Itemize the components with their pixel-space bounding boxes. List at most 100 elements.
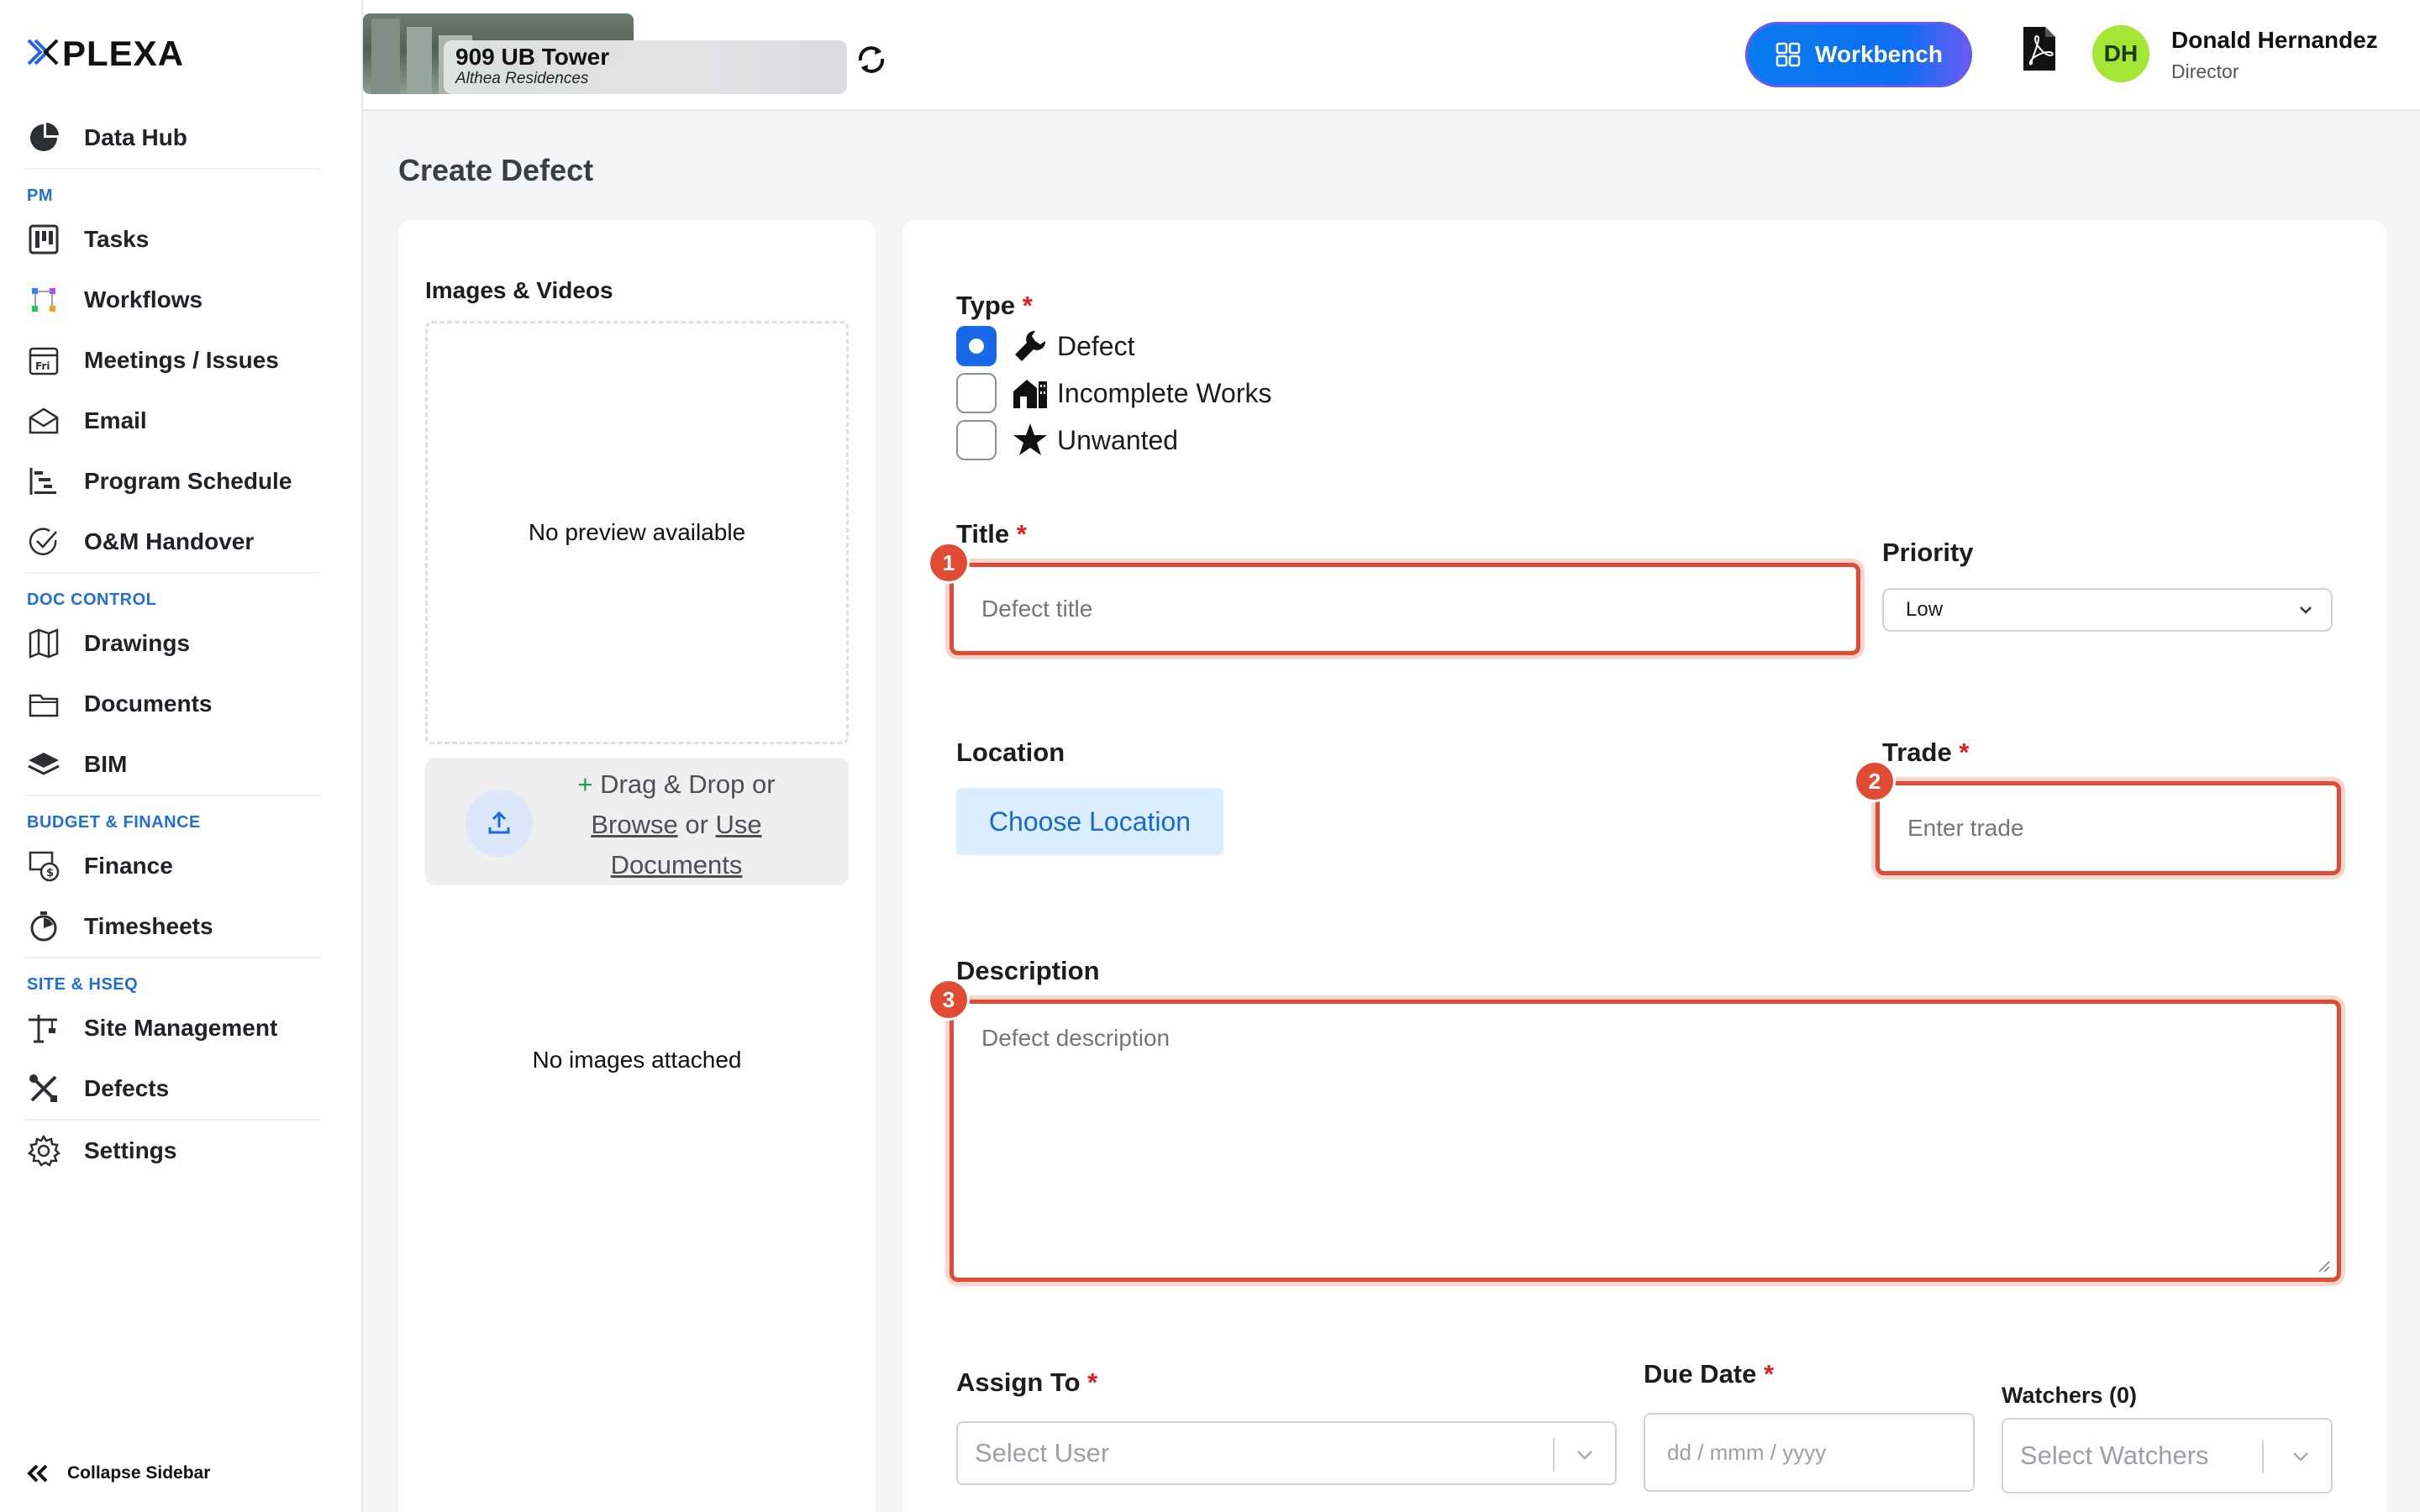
type-option-incomplete-works[interactable]: Incomplete Works xyxy=(956,373,1272,413)
folder-icon xyxy=(25,685,62,722)
select-separator xyxy=(2262,1440,2264,1473)
project-subtitle: Althea Residences xyxy=(455,70,589,87)
calendar-icon: Fri xyxy=(25,342,62,379)
sidebar-item-drawings[interactable]: Drawings xyxy=(25,618,321,669)
sidebar-item-label: Finance xyxy=(84,853,173,879)
radio-defect[interactable] xyxy=(956,326,997,366)
required-mark: * xyxy=(1022,291,1033,320)
sidebar-item-label: Timesheets xyxy=(84,913,213,939)
no-images-text: No images attached xyxy=(532,1047,742,1073)
collapse-sidebar-button[interactable]: Collapse Sidebar xyxy=(25,1463,210,1483)
sidebar-item-site-management[interactable]: Site Management xyxy=(25,1003,321,1053)
logo[interactable]: PLEXA xyxy=(27,34,184,74)
section-site-hseq: SITE & HSEQ xyxy=(27,975,139,994)
divider xyxy=(25,795,321,796)
description-textarea[interactable] xyxy=(956,1006,2334,1275)
sidebar-item-label: Workflows xyxy=(84,286,203,312)
radio-unwanted[interactable] xyxy=(956,420,997,460)
sidebar-item-documents[interactable]: Documents xyxy=(25,679,321,729)
workflow-icon xyxy=(25,281,62,318)
chevron-down-icon xyxy=(2296,600,2316,620)
sidebar-item-om-handover[interactable]: O&M Handover xyxy=(25,517,321,567)
plus-icon: + xyxy=(577,769,593,799)
required-mark: * xyxy=(1959,738,1970,767)
choose-location-button[interactable]: Choose Location xyxy=(956,788,1223,855)
browse-link[interactable]: Browse xyxy=(591,810,677,839)
sidebar-item-meetings[interactable]: Fri Meetings / Issues xyxy=(25,335,321,386)
workbench-button[interactable]: Workbench xyxy=(1745,22,1972,87)
title-input[interactable] xyxy=(956,570,1854,648)
type-option-defect[interactable]: Defect xyxy=(956,326,1134,366)
trade-input[interactable] xyxy=(1882,788,2334,869)
top-header: 909 UB Tower Althea Residences Workbench… xyxy=(363,0,2420,111)
pdf-icon[interactable] xyxy=(2020,25,2059,72)
or-text: or xyxy=(685,810,708,839)
sidebar-item-timesheets[interactable]: Timesheets xyxy=(25,901,321,952)
kanban-icon xyxy=(25,221,62,258)
stopwatch-icon xyxy=(25,908,62,945)
sidebar-item-label: Meetings / Issues xyxy=(84,347,279,373)
wrench-icon xyxy=(1012,328,1049,365)
due-date-label: Due Date * xyxy=(1644,1359,1775,1389)
sidebar-item-label: Program Schedule xyxy=(84,468,292,494)
pie-chart-icon xyxy=(25,119,62,156)
sidebar-item-label: O&M Handover xyxy=(84,528,255,554)
sidebar-item-workflows[interactable]: Workflows xyxy=(25,275,321,325)
assign-user-select[interactable]: Select User xyxy=(956,1421,1617,1485)
sidebar-item-defects[interactable]: Defects xyxy=(25,1063,321,1114)
avatar[interactable]: DH xyxy=(2092,25,2149,82)
workbench-label: Workbench xyxy=(1815,41,1943,67)
chevron-down-icon xyxy=(1573,1443,1597,1467)
section-budget-finance: BUDGET & FINANCE xyxy=(27,813,201,832)
gantt-icon xyxy=(25,463,62,500)
required-mark: * xyxy=(1087,1368,1098,1397)
due-date-placeholder: dd / mmm / yyyy xyxy=(1667,1439,1827,1465)
resize-handle-icon[interactable] xyxy=(2316,1258,2331,1278)
annotation-badge-1: 1 xyxy=(928,542,970,584)
sidebar-item-label: Settings xyxy=(84,1137,177,1163)
collapse-sidebar-label: Collapse Sidebar xyxy=(67,1463,211,1483)
sidebar-item-program-schedule[interactable]: Program Schedule xyxy=(25,456,321,507)
project-switcher[interactable]: 909 UB Tower Althea Residences xyxy=(444,40,847,94)
sidebar-item-tasks[interactable]: Tasks xyxy=(25,214,321,265)
house-icon xyxy=(1012,375,1049,412)
grid-icon xyxy=(1775,41,1802,68)
sidebar-item-label: Defects xyxy=(84,1075,170,1101)
watchers-placeholder: Select Watchers xyxy=(2020,1441,2209,1470)
sidebar-item-label: Data Hub xyxy=(84,124,187,150)
sidebar-item-settings[interactable]: Settings xyxy=(25,1126,321,1176)
radio-incomplete-works[interactable] xyxy=(956,373,997,413)
sidebar-item-data-hub[interactable]: Data Hub xyxy=(25,113,321,163)
star-icon xyxy=(1012,422,1049,459)
refresh-icon[interactable] xyxy=(854,42,889,77)
divider xyxy=(25,957,321,958)
watchers-select[interactable]: Select Watchers xyxy=(2002,1418,2333,1494)
sidebar-item-bim[interactable]: BIM xyxy=(25,739,321,790)
assign-to-label: Assign To * xyxy=(956,1368,1098,1397)
upload-button[interactable] xyxy=(466,790,533,857)
double-chevron-left-icon xyxy=(25,1463,49,1483)
priority-select[interactable]: Low xyxy=(1882,588,2333,632)
sidebar-item-email[interactable]: Email xyxy=(25,396,321,446)
type-label: Type * xyxy=(956,291,1033,320)
description-label: Description xyxy=(956,956,1100,985)
priority-label: Priority xyxy=(1882,538,1974,567)
sidebar-item-finance[interactable]: $ Finance xyxy=(25,841,321,891)
type-option-unwanted[interactable]: Unwanted xyxy=(956,420,1178,460)
divider xyxy=(25,168,321,170)
sidebar-item-label: Documents xyxy=(84,690,213,717)
section-pm: PM xyxy=(27,186,53,205)
svg-text:Fri: Fri xyxy=(35,360,50,372)
title-label: Title * xyxy=(956,519,1027,549)
due-date-input[interactable]: dd / mmm / yyyy xyxy=(1644,1413,1975,1492)
divider xyxy=(25,1119,321,1121)
gear-icon xyxy=(25,1132,62,1169)
media-label: Images & Videos xyxy=(425,277,613,303)
email-icon xyxy=(25,402,62,439)
page-title: Create Defect xyxy=(398,153,594,187)
sidebar-item-label: BIM xyxy=(84,751,128,777)
chevron-down-icon xyxy=(2289,1445,2312,1468)
svg-text:$: $ xyxy=(46,867,54,879)
upload-instructions: + Drag & Drop or Browse or Use Documents xyxy=(538,764,815,885)
sidebar-item-label: Drawings xyxy=(84,630,191,656)
